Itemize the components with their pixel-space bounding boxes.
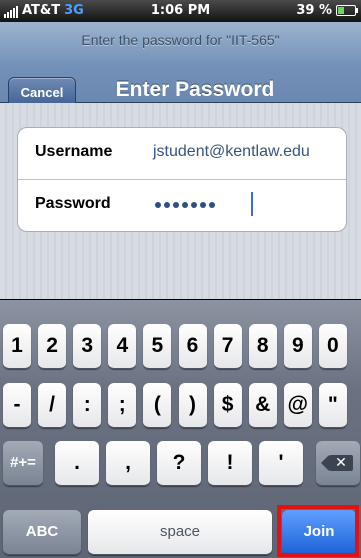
username-field[interactable]: jstudent@kentlaw.edu — [153, 143, 310, 161]
credentials-group: Username jstudent@kentlaw.edu Password — [17, 127, 347, 232]
key-symbol[interactable]: @ — [283, 383, 312, 428]
password-field[interactable] — [155, 202, 215, 208]
key-6[interactable]: 7 — [213, 324, 242, 369]
backspace-key[interactable]: ✕ — [316, 441, 360, 486]
key-symbol[interactable]: ) — [178, 383, 207, 428]
key-punctuation[interactable]: . — [55, 441, 99, 486]
key-1[interactable]: 2 — [38, 324, 67, 369]
key-2[interactable]: 3 — [73, 324, 102, 369]
password-dot — [182, 202, 188, 208]
key-symbol[interactable]: & — [248, 383, 277, 428]
text-cursor — [251, 192, 253, 216]
more-symbols-key[interactable]: #+= — [3, 441, 43, 486]
key-8[interactable]: 9 — [283, 324, 312, 369]
password-dot — [200, 202, 206, 208]
password-label: Password — [35, 195, 111, 212]
form-area: Username jstudent@kentlaw.edu Password — [0, 103, 361, 299]
key-3[interactable]: 4 — [108, 324, 137, 369]
space-key[interactable]: space — [88, 510, 272, 555]
battery-icon — [336, 5, 358, 16]
username-label: Username — [35, 143, 113, 160]
key-symbol[interactable]: / — [38, 383, 67, 428]
key-punctuation[interactable]: ! — [208, 441, 252, 486]
battery-percent: 39 % — [296, 3, 332, 18]
password-dot — [173, 202, 179, 208]
password-dot — [209, 202, 215, 208]
key-symbol[interactable]: ( — [143, 383, 172, 428]
navigation-bar: Enter the password for "IIT-565" Cancel … — [0, 22, 361, 109]
status-bar: AT&T 3G 1:06 PM 39 % — [0, 0, 361, 22]
battery-status: 39 % — [296, 3, 358, 18]
key-symbol[interactable]: - — [3, 383, 31, 428]
key-9[interactable]: 0 — [318, 324, 347, 369]
backspace-icon: ✕ — [321, 455, 353, 472]
password-dot — [191, 202, 197, 208]
key-7[interactable]: 8 — [248, 324, 277, 369]
key-symbol[interactable]: : — [73, 383, 102, 428]
page-title: Enter Password — [115, 78, 275, 101]
username-row[interactable]: Username jstudent@kentlaw.edu — [18, 128, 346, 179]
key-punctuation[interactable]: ? — [157, 441, 201, 486]
password-dot — [164, 202, 170, 208]
password-row[interactable]: Password — [18, 179, 346, 231]
key-punctuation[interactable]: , — [106, 441, 150, 486]
key-5[interactable]: 6 — [178, 324, 207, 369]
key-punctuation[interactable]: ' — [259, 441, 303, 486]
key-0[interactable]: 1 — [3, 324, 31, 369]
key-symbol[interactable]: $ — [213, 383, 242, 428]
key-symbol[interactable]: " — [318, 383, 347, 428]
network-prompt: Enter the password for "IIT-565" — [81, 32, 280, 48]
abc-key[interactable]: ABC — [3, 510, 81, 555]
key-symbol[interactable]: ; — [108, 383, 137, 428]
password-dot — [155, 202, 161, 208]
key-4[interactable]: 5 — [143, 324, 172, 369]
join-button[interactable]: Join — [282, 510, 356, 555]
